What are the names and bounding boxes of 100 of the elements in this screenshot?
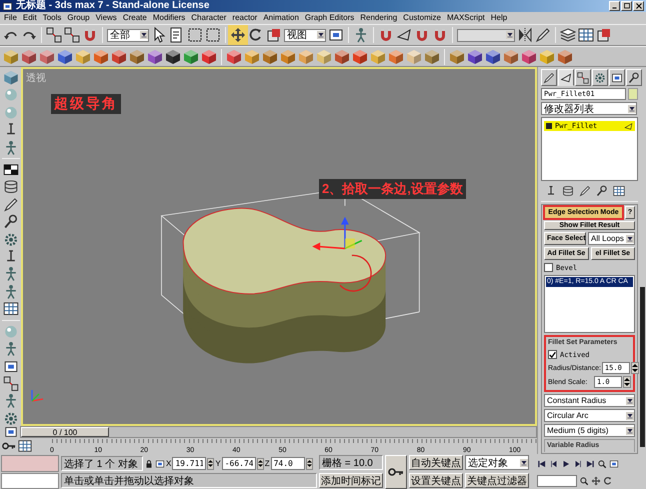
frame-icon[interactable] xyxy=(4,425,18,439)
scale-icon[interactable] xyxy=(266,27,282,43)
cube-icon[interactable] xyxy=(557,48,573,64)
option-dropdown[interactable]: Circular Arc xyxy=(544,409,635,422)
figure-icon[interactable] xyxy=(353,27,369,43)
cube-icon[interactable] xyxy=(226,48,242,64)
option-dropdown[interactable]: Medium (5 digits) xyxy=(544,424,635,437)
cube-icon[interactable] xyxy=(111,48,127,64)
cube-icon[interactable] xyxy=(352,48,368,64)
dropdown-arrow-icon[interactable] xyxy=(626,426,634,434)
cube-icon[interactable] xyxy=(201,48,217,64)
menu-item[interactable]: Graph Editors xyxy=(302,12,358,24)
magnet-icon[interactable] xyxy=(378,27,394,43)
zoom-icon[interactable] xyxy=(597,458,607,468)
cube-icon[interactable] xyxy=(57,48,73,64)
cube-icon[interactable] xyxy=(334,48,350,64)
rotate-icon[interactable] xyxy=(603,476,613,486)
dropdown-arrow-icon[interactable] xyxy=(628,104,636,112)
dropdown-arrow-icon[interactable] xyxy=(506,31,514,39)
cube-icon[interactable] xyxy=(165,48,181,64)
link-icon[interactable] xyxy=(64,27,80,43)
frame-field[interactable] xyxy=(537,475,577,487)
cube-icon[interactable] xyxy=(521,48,537,64)
magnet-icon[interactable] xyxy=(414,27,430,43)
link-icon[interactable] xyxy=(46,27,62,43)
move-icon[interactable] xyxy=(230,27,246,43)
scroll-bar[interactable] xyxy=(640,287,645,447)
pencil-icon[interactable] xyxy=(2,196,18,212)
dashed-square-icon[interactable] xyxy=(187,27,203,43)
key-mode-dropdown[interactable]: 选定对象 xyxy=(465,455,529,470)
loop-dropdown[interactable]: All Loops xyxy=(588,232,635,245)
table-icon[interactable] xyxy=(613,185,625,197)
cube-icon[interactable] xyxy=(485,48,501,64)
menu-item[interactable]: Help xyxy=(488,12,510,24)
table-icon[interactable] xyxy=(2,301,18,317)
selection-filter-dropdown[interactable]: 全部 xyxy=(107,28,149,42)
cube-icon[interactable] xyxy=(21,48,37,64)
dropdown-arrow-icon[interactable] xyxy=(626,396,634,404)
dropdown-arrow-icon[interactable] xyxy=(520,458,528,466)
checkbox[interactable] xyxy=(544,263,553,272)
table-icon[interactable] xyxy=(18,439,32,453)
cylinder-icon[interactable] xyxy=(562,185,574,197)
viewport[interactable]: 透视 超级导角 2、拾取一条边,设置参数 xyxy=(21,67,537,426)
x-coordinate-field[interactable]: 19.711 xyxy=(172,457,206,470)
previous-frame-icon[interactable] xyxy=(549,458,559,468)
dropdown-arrow-icon[interactable] xyxy=(626,412,634,420)
menu-item[interactable]: Edit xyxy=(20,12,40,24)
key-mode-button[interactable] xyxy=(385,455,407,489)
layers-icon[interactable] xyxy=(560,27,576,43)
z-coordinate-field[interactable]: 74.0 xyxy=(270,457,305,470)
next-frame-icon[interactable] xyxy=(573,458,583,468)
zoom-icon[interactable] xyxy=(579,476,589,486)
magnet-icon[interactable] xyxy=(82,27,98,43)
dropdown-arrow-icon[interactable] xyxy=(626,234,634,242)
menu-item[interactable]: Modifiers xyxy=(150,12,188,24)
spinner[interactable] xyxy=(623,376,631,388)
modifier-list-dropdown[interactable]: 修改器列表 xyxy=(541,102,637,115)
frame-icon[interactable] xyxy=(155,458,165,468)
add-time-tag-button[interactable]: 添加时间标记 xyxy=(319,473,383,488)
color-swatch[interactable] xyxy=(628,88,638,100)
move-icon[interactable] xyxy=(591,476,601,486)
table-icon[interactable] xyxy=(578,27,594,43)
auto-key-button[interactable]: 自动关键点 xyxy=(409,455,463,470)
dropdown-arrow-icon[interactable] xyxy=(317,31,325,39)
menu-item[interactable]: Customize xyxy=(400,12,444,24)
triangle-icon[interactable] xyxy=(396,27,412,43)
go-to-end-icon[interactable] xyxy=(585,458,595,468)
rounded-solid-drawing[interactable] xyxy=(182,208,386,364)
key-filters-button[interactable]: 关键点过滤器 xyxy=(465,473,529,488)
gear-icon[interactable] xyxy=(2,410,18,426)
lock-icon[interactable] xyxy=(144,458,154,468)
script-listener-field[interactable] xyxy=(1,455,59,472)
frame-icon[interactable] xyxy=(2,358,18,374)
reference-coordinate-dropdown[interactable]: 视图 xyxy=(284,28,326,42)
rotate-icon[interactable] xyxy=(248,27,264,43)
checkbox[interactable] xyxy=(548,350,557,359)
time-slider-track[interactable]: 0 / 100 xyxy=(20,426,537,438)
menu-item[interactable]: MAXScript xyxy=(444,12,488,24)
spinner[interactable] xyxy=(207,458,214,470)
cube-icon[interactable] xyxy=(147,48,163,64)
frame-icon[interactable] xyxy=(609,458,619,468)
command-field[interactable] xyxy=(1,473,59,489)
menu-item[interactable]: Tools xyxy=(40,12,64,24)
transform-gizmo-drawing[interactable] xyxy=(312,216,362,250)
magnet-icon[interactable] xyxy=(432,27,448,43)
play-icon[interactable] xyxy=(561,458,571,468)
scale-icon[interactable] xyxy=(596,27,612,43)
cylinder-icon[interactable] xyxy=(2,179,18,195)
cube-icon[interactable] xyxy=(129,48,145,64)
dashed-square-icon[interactable] xyxy=(205,27,221,43)
spinner[interactable] xyxy=(630,362,639,374)
link-icon[interactable] xyxy=(2,376,18,392)
menu-item[interactable]: Views xyxy=(92,12,120,24)
spinner[interactable] xyxy=(306,458,313,470)
gear-icon[interactable] xyxy=(2,232,18,248)
time-slider-thumb[interactable]: 0 / 100 xyxy=(21,427,109,437)
go-to-start-icon[interactable] xyxy=(537,458,547,468)
option-dropdown[interactable]: Constant Radius xyxy=(544,394,635,407)
menu-item[interactable]: Group xyxy=(64,12,93,24)
triangle-icon[interactable] xyxy=(624,122,633,130)
